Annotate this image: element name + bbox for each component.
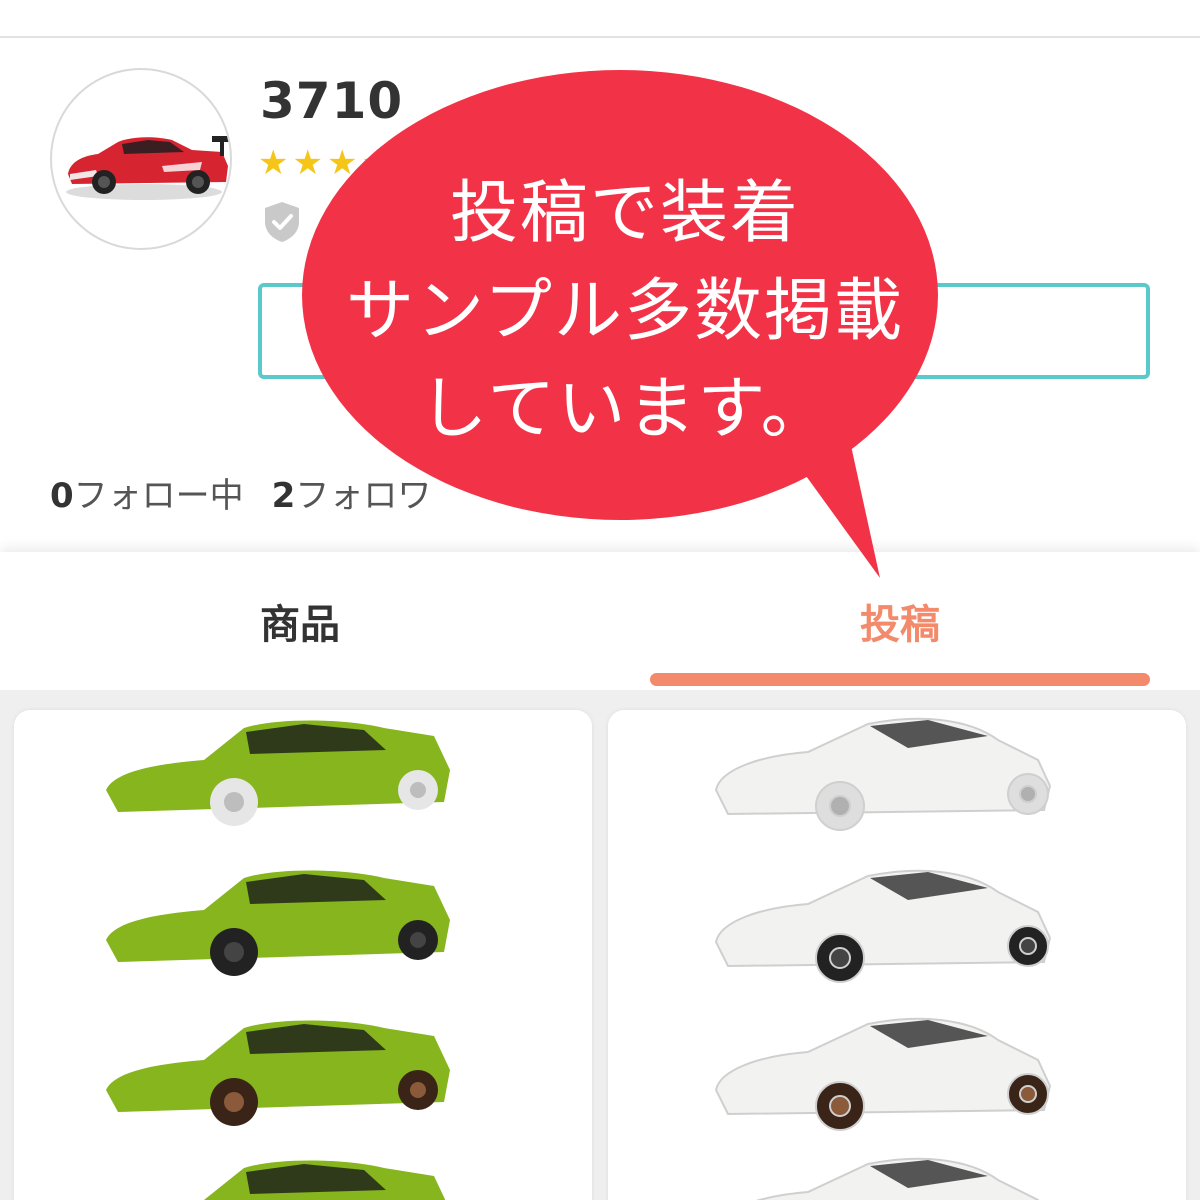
follow-stats: 0フォロー中 2フォロワ bbox=[50, 468, 431, 517]
following-stat[interactable]: 0フォロー中 bbox=[50, 468, 244, 517]
red-sports-car-icon bbox=[66, 136, 230, 200]
speech-bubble-text: 投稿で装着 サンプル多数掲載 しています。 bbox=[300, 165, 950, 459]
tab-bar: 商品 投稿 bbox=[0, 552, 1200, 690]
followers-stat[interactable]: 2フォロワ bbox=[272, 468, 432, 517]
following-count: 0 bbox=[50, 476, 74, 516]
bubble-line: サンプル多数掲載 bbox=[346, 272, 904, 351]
tab-posts[interactable]: 投稿 bbox=[600, 592, 1200, 650]
avatar[interactable] bbox=[50, 68, 232, 250]
green-car-photo-icon bbox=[106, 720, 450, 1200]
active-tab-indicator bbox=[650, 673, 1150, 686]
top-divider bbox=[0, 36, 1200, 38]
star-icon: ★ bbox=[258, 143, 289, 183]
post-card[interactable] bbox=[608, 710, 1186, 1200]
followers-label: フォロワ bbox=[295, 476, 432, 516]
post-card[interactable] bbox=[14, 710, 592, 1200]
following-label: フォロー中 bbox=[73, 476, 244, 516]
profile-username: 3710 bbox=[260, 72, 404, 130]
tab-products[interactable]: 商品 bbox=[0, 592, 600, 650]
shield-check-icon bbox=[265, 202, 299, 242]
bubble-line: しています。 bbox=[419, 370, 831, 449]
bubble-line: 投稿で装着 bbox=[449, 174, 800, 253]
white-car-photo-icon bbox=[714, 717, 1052, 1200]
followers-count: 2 bbox=[271, 476, 296, 516]
